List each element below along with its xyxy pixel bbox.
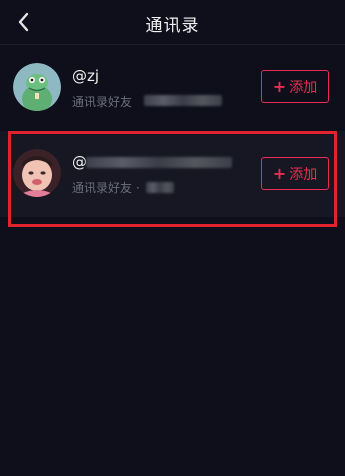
avatar[interactable]	[13, 149, 61, 197]
add-button-label: 添加	[289, 166, 318, 183]
contacts-page: 通讯录 @zj 通讯录好友 + 添加 @ 通讯录好友 · + 添加	[0, 0, 345, 476]
add-friend-button[interactable]: + 添加	[261, 157, 329, 190]
contact-source-label: 通讯录好友 ·	[72, 181, 140, 195]
page-title: 通讯录	[145, 16, 200, 36]
avatar[interactable]	[13, 63, 61, 111]
redacted-name	[146, 182, 174, 193]
baby-photo-avatar-image	[13, 149, 61, 197]
redacted-handle	[86, 157, 232, 168]
add-button-label: 添加	[289, 79, 318, 96]
contact-list-item[interactable]: @ 通讯录好友 · + 添加	[0, 131, 345, 217]
plus-icon: +	[272, 163, 287, 183]
plus-icon: +	[272, 76, 287, 96]
navigation-bar: 通讯录	[0, 0, 345, 45]
redacted-name	[144, 95, 222, 106]
contact-source-label: 通讯录好友	[72, 95, 133, 109]
contact-handle: @	[72, 153, 87, 171]
add-friend-button[interactable]: + 添加	[261, 70, 329, 103]
green-cartoon-avatar-image	[13, 63, 61, 111]
contact-handle: @zj	[72, 67, 100, 85]
contact-list-item[interactable]: @zj 通讯录好友 + 添加	[0, 45, 345, 131]
